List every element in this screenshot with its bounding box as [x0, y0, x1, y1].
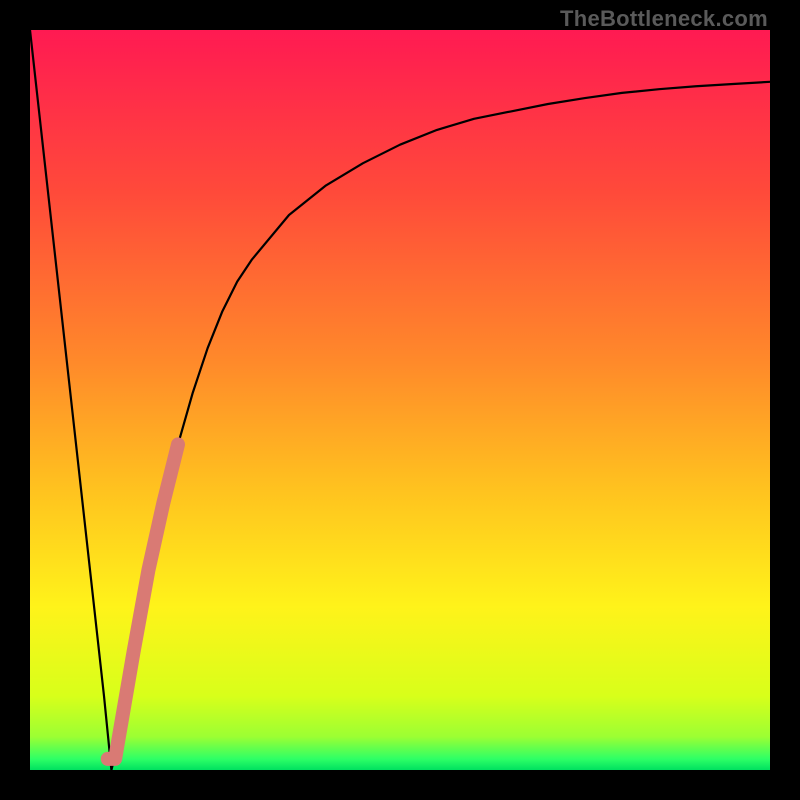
watermark-text: TheBottleneck.com	[560, 6, 768, 32]
bottleneck-curve	[30, 30, 770, 770]
chart-frame: TheBottleneck.com	[0, 0, 800, 800]
optimal-highlight	[108, 444, 178, 759]
curve-layer	[30, 30, 770, 770]
plot-area	[30, 30, 770, 770]
